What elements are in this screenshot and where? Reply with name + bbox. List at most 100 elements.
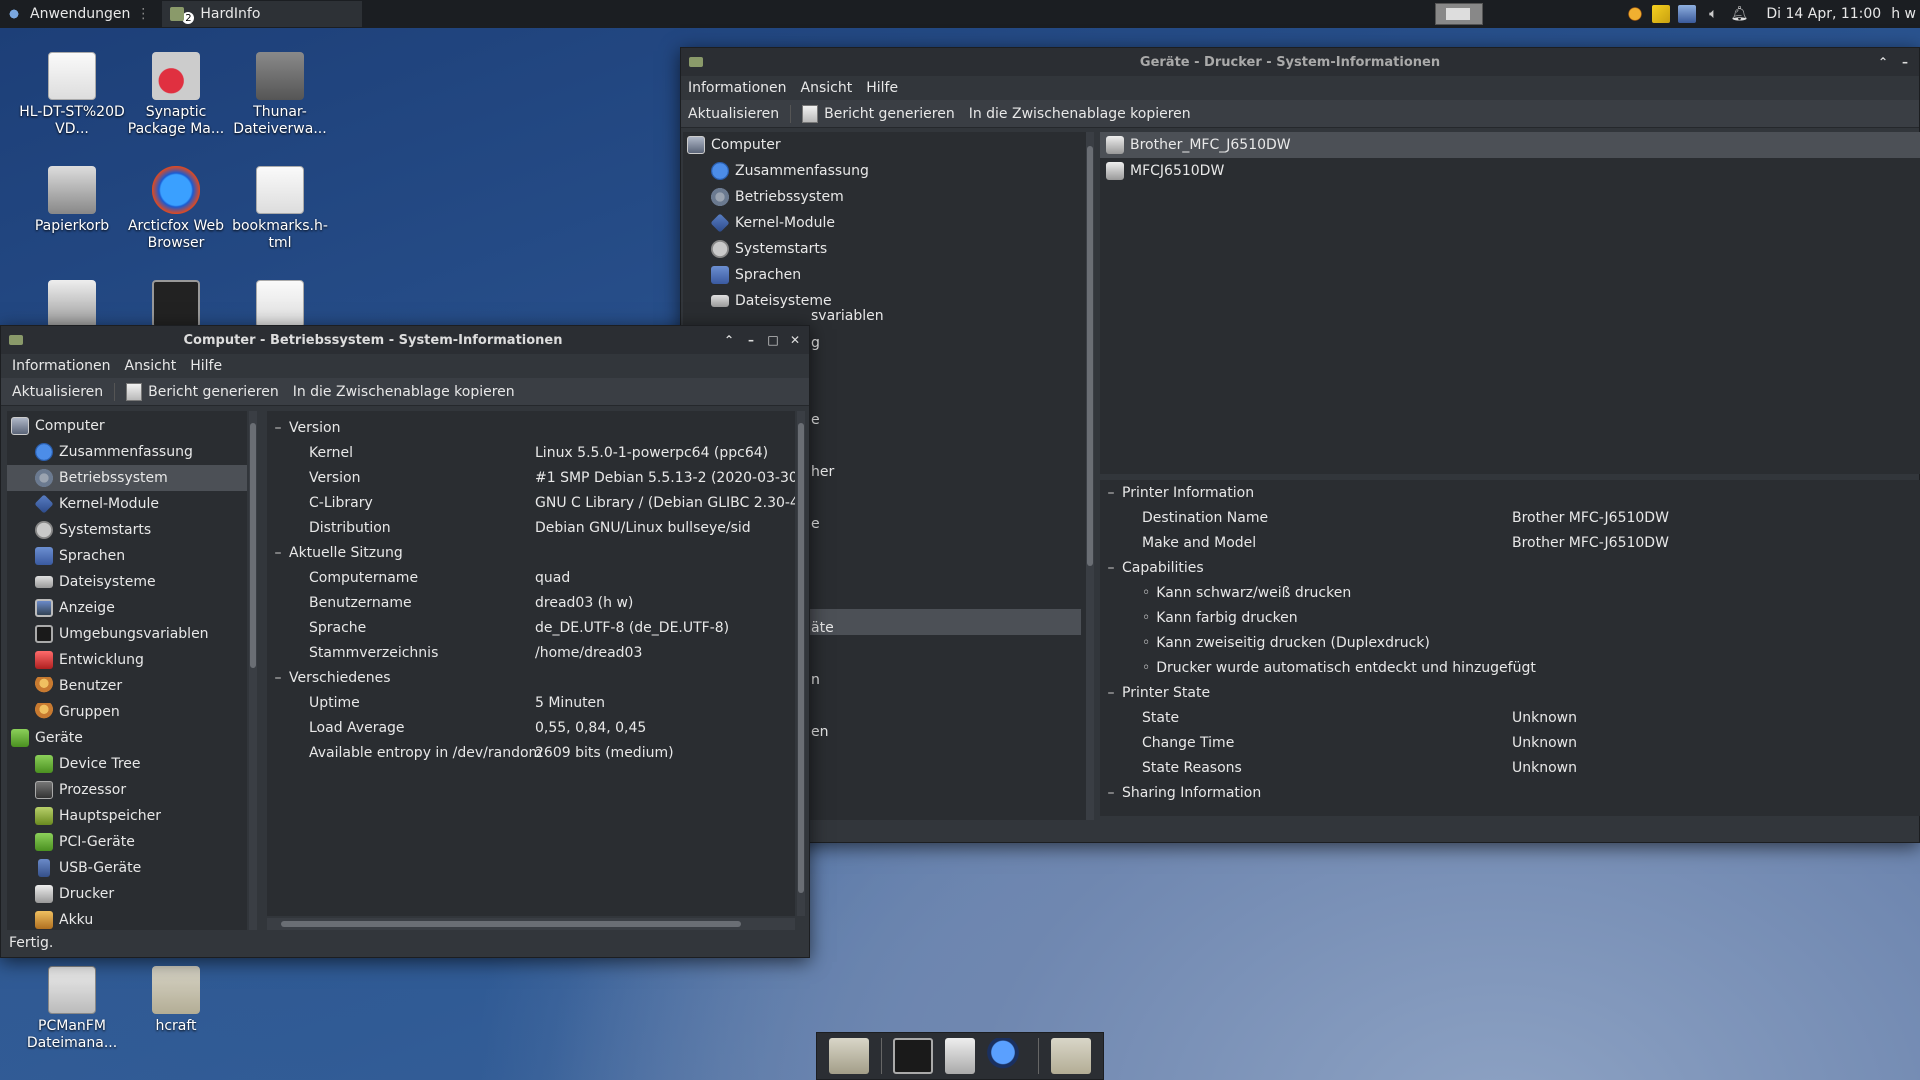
- report-button[interactable]: Bericht generieren: [795, 104, 962, 123]
- details-scrollbar-h[interactable]: [267, 918, 795, 930]
- clock[interactable]: Di 14 Apr, 11:00: [1766, 6, 1881, 22]
- workspace-switcher[interactable]: [1435, 3, 1483, 25]
- applications-menu[interactable]: Anwendungen ⋮: [0, 0, 156, 28]
- desktop-icon-thunar[interactable]: Thunar-Dateiverwa...: [225, 52, 335, 138]
- maximize-button[interactable]: □: [767, 334, 779, 346]
- folder-icon[interactable]: [1051, 1038, 1092, 1074]
- close-button[interactable]: ✕: [789, 334, 801, 346]
- detail-row-computername[interactable]: Computername quad: [267, 565, 795, 590]
- drag-handle-icon[interactable]: ⋮: [136, 6, 150, 22]
- desktop-icon-bookmarks[interactable]: bookmarks.h-tml: [225, 166, 335, 252]
- section-printer-state[interactable]: – Printer State: [1100, 680, 1920, 705]
- shade-button[interactable]: ⌃: [723, 334, 735, 346]
- detail-row-change-time[interactable]: Change Time Unknown: [1100, 730, 1920, 755]
- list-item-mfcj6510dw[interactable]: MFCJ6510DW: [1100, 158, 1920, 184]
- desktop-icon-pcmanfm[interactable]: PCManFM Dateimana...: [17, 966, 127, 1052]
- menu-informationen[interactable]: Informationen: [681, 80, 794, 96]
- tree-item-computer[interactable]: Computer: [7, 413, 247, 439]
- detail-row-available-entropy-in-dev-random[interactable]: Available entropy in /dev/random 2609 bit…: [267, 740, 795, 765]
- home-folder-icon[interactable]: [828, 1038, 869, 1074]
- tree-item-usb-geräte[interactable]: USB-Geräte: [7, 855, 247, 881]
- details-scroll-thumb-v[interactable]: [798, 423, 804, 893]
- tree-item-betriebssystem[interactable]: Betriebssystem: [683, 184, 1086, 210]
- network-icon[interactable]: [1678, 5, 1697, 23]
- copy-button[interactable]: In die Zwischenablage kopieren: [962, 106, 1198, 122]
- refresh-button[interactable]: Aktualisieren: [681, 106, 786, 122]
- tree-item-sprachen[interactable]: Sprachen: [683, 262, 1086, 288]
- file-manager-icon[interactable]: [944, 1038, 975, 1074]
- details-scrollbar-v[interactable]: [797, 411, 805, 916]
- detail-row-load-average[interactable]: Load Average 0,55, 0,84, 0,45: [267, 715, 795, 740]
- tree-item-entwicklung[interactable]: Entwicklung: [7, 647, 247, 673]
- section-printer-information[interactable]: – Printer Information: [1100, 480, 1920, 505]
- collapse-icon[interactable]: –: [267, 670, 289, 686]
- refresh-button[interactable]: Aktualisieren: [5, 384, 110, 400]
- volume-icon[interactable]: 🔈︎: [1704, 5, 1722, 23]
- detail-row-kernel[interactable]: Kernel Linux 5.5.0-1-powerpc64 (ppc64): [267, 440, 795, 465]
- list-item-brother-mfc-j6510dw[interactable]: Brother_MFC_J6510DW: [1100, 132, 1920, 158]
- tree-item-systemstarts[interactable]: Systemstarts: [683, 236, 1086, 262]
- collapse-icon[interactable]: –: [1100, 685, 1122, 701]
- desktop-icon-hcraft[interactable]: hcraft: [121, 966, 231, 1035]
- tree-item-umgebungsvariablen[interactable]: Umgebungsvariablen: [7, 621, 247, 647]
- tree-item-geräte[interactable]: Geräte: [7, 725, 247, 751]
- menu-ansicht[interactable]: Ansicht: [794, 80, 860, 96]
- desktop-icon-trash[interactable]: Papierkorb: [17, 166, 127, 235]
- detail-row-sprache[interactable]: Sprache de_DE.UTF-8 (de_DE.UTF-8): [267, 615, 795, 640]
- tree-scrollbar[interactable]: [1086, 132, 1094, 820]
- tree-item-akku[interactable]: Akku: [7, 907, 247, 930]
- collapse-icon[interactable]: –: [267, 545, 289, 561]
- notification-bell-icon[interactable]: 🔔︎: [1730, 5, 1748, 23]
- tree-scroll-thumb[interactable]: [250, 423, 256, 668]
- minimize-button[interactable]: –: [1899, 56, 1911, 68]
- tree-item-pci-geräte[interactable]: PCI-Geräte: [7, 829, 247, 855]
- detail-row-c-library[interactable]: C-Library GNU C Library / (Debian GLIBC 2…: [267, 490, 795, 515]
- detail-row-stammverzeichnis[interactable]: Stammverzeichnis/home/dread03: [267, 640, 795, 665]
- menu-hilfe[interactable]: Hilfe: [183, 358, 229, 374]
- section-aktuelle-sitzung[interactable]: – Aktuelle Sitzung: [267, 540, 795, 565]
- desktop-icon-browser[interactable]: Arcticfox Web Browser: [121, 166, 231, 252]
- tree-item-zusammenfassung[interactable]: Zusammenfassung: [7, 439, 247, 465]
- tree-scroll-thumb[interactable]: [1087, 146, 1093, 566]
- tree-item-computer[interactable]: Computer: [683, 132, 1086, 158]
- tree-item-kernel-module[interactable]: Kernel-Module: [683, 210, 1086, 236]
- section-version[interactable]: – Version: [267, 415, 795, 440]
- menu-ansicht[interactable]: Ansicht: [118, 358, 184, 374]
- tree-item-prozessor[interactable]: Prozessor: [7, 777, 247, 803]
- collapse-icon[interactable]: –: [1100, 785, 1122, 801]
- tree-item-gruppen[interactable]: Gruppen: [7, 699, 247, 725]
- shade-button[interactable]: ⌃: [1877, 56, 1889, 68]
- tree-item-dateisysteme[interactable]: Dateisysteme: [683, 288, 1086, 314]
- tree-item-drucker[interactable]: Drucker: [7, 881, 247, 907]
- tree-item-sprachen[interactable]: Sprachen: [7, 543, 247, 569]
- notes-icon[interactable]: [1652, 5, 1671, 23]
- detail-row-state[interactable]: State Unknown: [1100, 705, 1920, 730]
- detail-row-version[interactable]: Version #1 SMP Debian 5.5.13-2 (2020-03-3…: [267, 465, 795, 490]
- detail-row-destination-name[interactable]: Destination Name Brother MFC-J6510DW: [1100, 505, 1920, 530]
- copy-button[interactable]: In die Zwischenablage kopieren: [286, 384, 522, 400]
- detail-row-make-and-model[interactable]: Make and Model Brother MFC-J6510DW: [1100, 530, 1920, 555]
- taskbar-item-hardinfo[interactable]: 2 HardInfo: [162, 1, 363, 27]
- details-scroll-thumb-h[interactable]: [281, 921, 741, 927]
- detail-row-uptime[interactable]: Uptime 5 Minuten: [267, 690, 795, 715]
- collapse-icon[interactable]: –: [1100, 485, 1122, 501]
- window-titlebar[interactable]: Computer - Betriebssystem - System-Infor…: [1, 326, 809, 354]
- terminal-icon[interactable]: [893, 1038, 934, 1074]
- user-menu[interactable]: h w: [1891, 6, 1916, 22]
- detail-row-state-reasons[interactable]: State Reasons Unknown: [1100, 755, 1920, 780]
- section-sharing-information[interactable]: – Sharing Information: [1100, 780, 1920, 805]
- collapse-icon[interactable]: –: [267, 420, 289, 436]
- tree-scrollbar[interactable]: [249, 411, 257, 930]
- detail-row-distribution[interactable]: Distribution Debian GNU/Linux bullseye/si…: [267, 515, 795, 540]
- tree-item-kernel-module[interactable]: Kernel-Module: [7, 491, 247, 517]
- detail-row-benutzername[interactable]: Benutzername dread03 (h w): [267, 590, 795, 615]
- section-capabilities[interactable]: – Capabilities: [1100, 555, 1920, 580]
- tree-item-betriebssystem[interactable]: Betriebssystem: [7, 465, 247, 491]
- report-button[interactable]: Bericht generieren: [119, 382, 286, 401]
- tree-item-zusammenfassung[interactable]: Zusammenfassung: [683, 158, 1086, 184]
- collapse-icon[interactable]: –: [1100, 560, 1122, 576]
- window-titlebar[interactable]: Geräte - Drucker - System-Informationen …: [681, 48, 1919, 76]
- menu-informationen[interactable]: Informationen: [5, 358, 118, 374]
- tree-item-device-tree[interactable]: Device Tree: [7, 751, 247, 777]
- tree-item-anzeige[interactable]: Anzeige: [7, 595, 247, 621]
